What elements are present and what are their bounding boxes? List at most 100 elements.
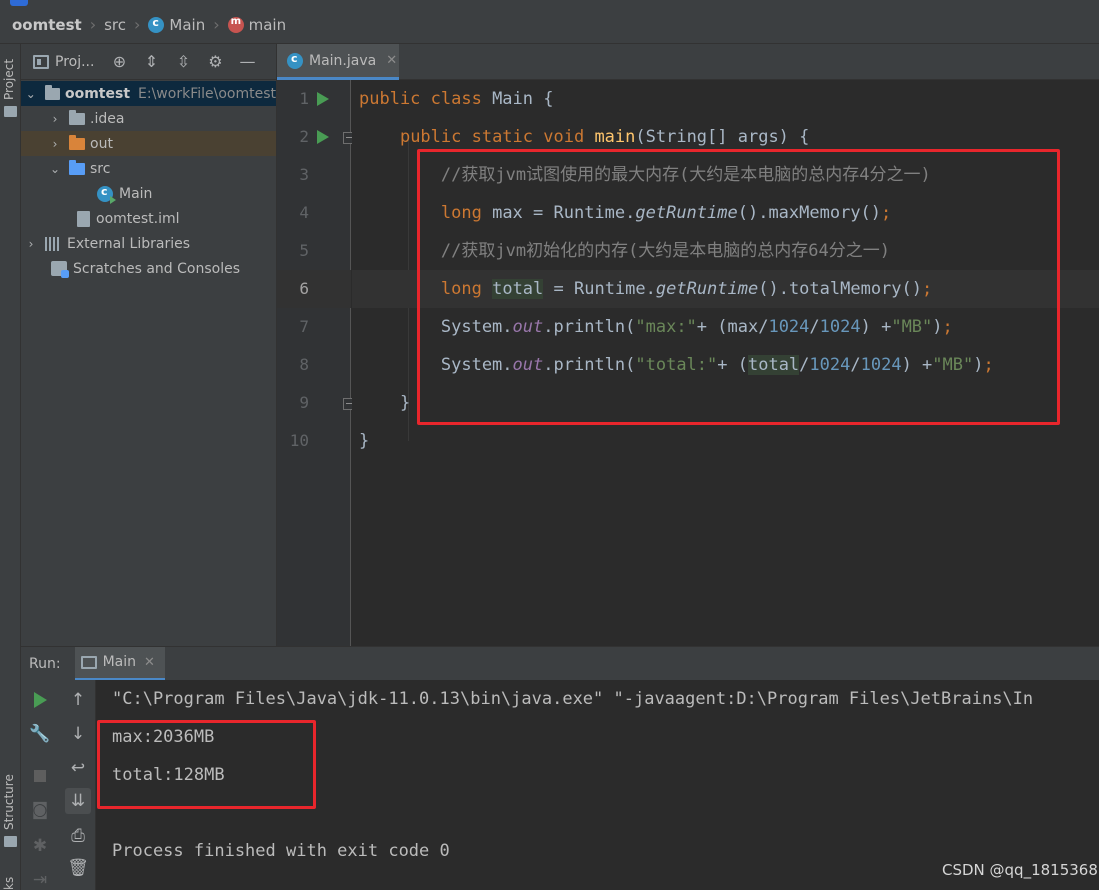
console-output[interactable]: "C:\Program Files\Java\jdk-11.0.13\bin\j… — [96, 680, 1099, 890]
project-tree: ⌄ oomtest E:\workFile\oomtest › .idea › … — [21, 80, 276, 281]
run-toolbar-primary: 🔧 ◙ ✱ ⇥ — [21, 680, 59, 890]
breadcrumb-class[interactable]: Main — [148, 16, 205, 34]
code-line: //获取jvm初始化的内存(大约是本电脑的总内存64分之一) — [352, 232, 1099, 270]
chevron-right-icon: › — [89, 15, 97, 34]
breadcrumb-method-label: main — [248, 15, 287, 34]
project-panel-title[interactable]: Proj... — [55, 54, 94, 70]
tree-item-main[interactable]: Main — [21, 181, 276, 206]
breadcrumb-class-label: Main — [169, 15, 206, 34]
project-view-icon — [33, 54, 49, 69]
code-editor[interactable]: public class Main { public static void m… — [352, 80, 1099, 646]
rerun-button[interactable] — [30, 690, 50, 710]
run-gutter-icon[interactable] — [317, 130, 329, 144]
editor-tab-bar: Main.java ✕ — [277, 44, 1099, 80]
code-line: } — [359, 393, 411, 413]
console-output-line: max:2036MB — [112, 727, 215, 747]
tab-main-java[interactable]: Main.java ✕ — [277, 44, 399, 80]
run-gutter-icon[interactable] — [317, 92, 329, 106]
debug-icon[interactable]: ✱ — [30, 836, 50, 856]
tab-run-main[interactable]: Main ✕ — [74, 646, 165, 681]
source-folder-icon — [69, 159, 85, 175]
chevron-right-icon[interactable]: › — [25, 237, 37, 251]
tree-item-idea[interactable]: › .idea — [21, 106, 276, 131]
wrench-icon[interactable]: 🔧 — [29, 724, 50, 744]
hide-icon[interactable]: — — [236, 51, 258, 73]
line-number: 9 — [299, 393, 309, 412]
tool-tab-bookmarks[interactable]: ks — [2, 877, 16, 890]
project-toolbar: Proj... ⊕ ⇕ ⇳ ⚙ — — [21, 44, 276, 80]
breadcrumb-project[interactable]: oomtest — [12, 16, 82, 34]
close-icon[interactable]: ✕ — [386, 53, 397, 68]
line-number: 10 — [289, 431, 309, 450]
close-icon[interactable]: ✕ — [144, 655, 155, 670]
gear-icon[interactable]: ⚙ — [204, 51, 226, 73]
line-number: 3 — [299, 165, 309, 184]
code-comment: //获取jvm初始化的内存(大约是本电脑的总内存64分之一) — [440, 241, 891, 261]
tree-item-scratches[interactable]: Scratches and Consoles — [21, 256, 276, 281]
gutter-line: 4 — [277, 194, 351, 232]
tree-item-label: .idea — [90, 110, 125, 127]
tree-item-label: oomtest.iml — [96, 210, 180, 227]
module-folder-icon — [44, 84, 60, 100]
soft-wrap-icon[interactable]: ↩ — [68, 758, 88, 778]
tree-item-label: out — [90, 135, 113, 152]
expand-all-icon[interactable]: ⇕ — [140, 51, 162, 73]
tool-tab-project[interactable]: Project — [2, 59, 16, 100]
code-line: System.out.println("total:"+ (total/1024… — [359, 355, 994, 375]
trash-icon[interactable]: 🗑 — [67, 858, 89, 878]
stop-icon — [34, 770, 46, 782]
tree-item-oomtest[interactable]: ⌄ oomtest E:\workFile\oomtest — [21, 81, 276, 106]
line-number: 7 — [299, 317, 309, 336]
collapse-all-icon[interactable]: ⇳ — [172, 51, 194, 73]
class-icon — [148, 16, 165, 33]
tree-item-path: E:\workFile\oomtest — [138, 85, 276, 102]
code-line-current: long total = Runtime.getRuntime().totalM… — [352, 270, 1099, 308]
arrow-up-icon[interactable]: ↑ — [68, 690, 88, 710]
scroll-to-end-icon[interactable]: ⇊ — [65, 788, 91, 814]
chevron-down-icon[interactable]: ⌄ — [49, 162, 61, 176]
tab-label: Main.java — [309, 52, 377, 69]
left-tool-strip: Project Structure ks — [0, 44, 21, 890]
console-command-line: "C:\Program Files\Java\jdk-11.0.13\bin\j… — [112, 689, 1034, 709]
gutter-line: 3 — [277, 156, 351, 194]
code-line: //获取jvm试图使用的最大内存(大约是本电脑的总内存4分之一) — [352, 156, 1099, 194]
tree-item-src[interactable]: ⌄ src — [21, 156, 276, 181]
play-icon — [33, 692, 47, 708]
stop-button[interactable] — [30, 766, 50, 786]
library-icon — [45, 236, 61, 251]
line-number: 4 — [299, 203, 309, 222]
run-toolbar-secondary: ↑ ↓ ↩ ⇊ ⎙ 🗑 — [59, 680, 96, 890]
code-comment: //获取jvm试图使用的最大内存(大约是本电脑的总内存4分之一) — [440, 165, 931, 185]
watermark: CSDN @qq_18153681 — [942, 861, 1099, 879]
tree-item-external-libraries[interactable]: › External Libraries — [21, 231, 276, 256]
gutter-line: 8 — [277, 346, 351, 384]
chevron-right-icon[interactable]: › — [49, 112, 61, 126]
console-icon — [80, 655, 97, 669]
print-icon[interactable]: ⎙ — [68, 826, 88, 846]
line-number: 2 — [299, 127, 309, 146]
class-icon — [97, 185, 116, 204]
gutter-line-current: 6 — [277, 270, 351, 308]
camera-icon[interactable]: ◙ — [30, 800, 50, 820]
tool-tab-structure[interactable]: Structure — [2, 774, 16, 830]
exit-icon[interactable]: ⇥ — [30, 870, 50, 890]
tree-item-out[interactable]: › out — [21, 131, 276, 156]
chevron-right-icon: › — [134, 15, 141, 34]
line-number: 1 — [299, 89, 309, 108]
run-tab-label: Main — [102, 654, 136, 670]
code-line: public static void main(String[] args) { — [399, 127, 810, 147]
breadcrumb-method[interactable]: main — [227, 15, 287, 34]
line-number: 6 — [299, 279, 309, 298]
gutter-line: 10 — [277, 422, 351, 460]
scratches-icon — [51, 261, 69, 278]
locate-icon[interactable]: ⊕ — [108, 51, 130, 73]
chevron-down-icon[interactable]: ⌄ — [25, 87, 37, 101]
run-panel-header: Run: Main ✕ — [21, 646, 1099, 681]
gutter-line: 2 — [277, 118, 355, 156]
breadcrumb-src[interactable]: src — [104, 16, 126, 34]
editor-gutter: 1 2 3 4 5 6 7 8 9 10 — [277, 80, 355, 646]
arrow-down-icon[interactable]: ↓ — [68, 724, 88, 744]
chevron-right-icon[interactable]: › — [49, 137, 61, 151]
structure-icon — [4, 836, 17, 847]
tree-item-iml[interactable]: oomtest.iml — [21, 206, 276, 231]
